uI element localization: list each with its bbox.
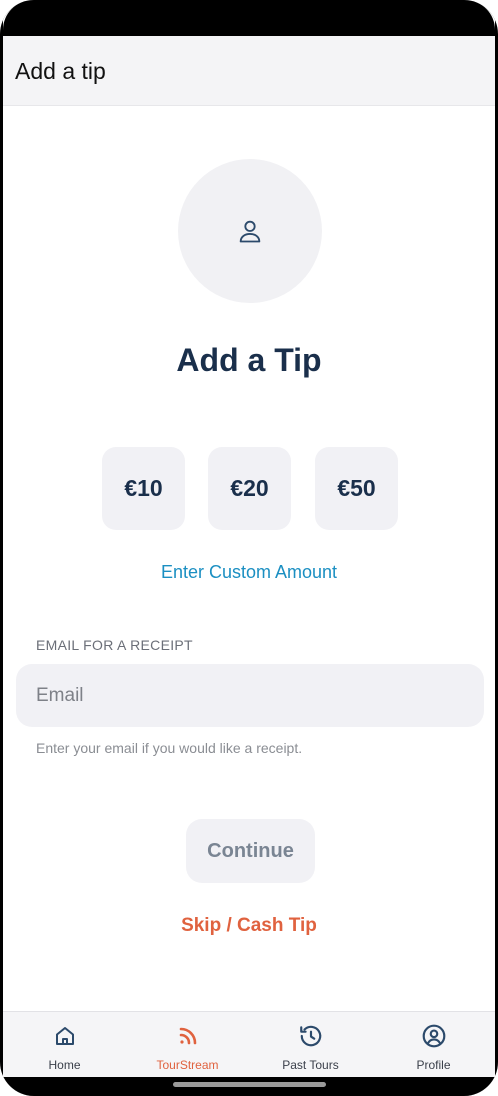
rss-icon <box>174 1022 202 1050</box>
custom-amount-link[interactable]: Enter Custom Amount <box>3 562 495 583</box>
tab-home[interactable]: Home <box>3 1012 126 1078</box>
user-icon <box>239 220 261 243</box>
tab-past-tours[interactable]: Past Tours <box>249 1012 372 1078</box>
bottom-tab-bar: Home TourStream Past Tours Profile <box>3 1011 495 1077</box>
screen: Add a tip Add a Tip €10 €20 €50 Enter Cu… <box>3 0 495 1096</box>
profile-icon <box>420 1022 448 1050</box>
tab-past-tours-label: Past Tours <box>282 1058 339 1072</box>
home-icon <box>51 1022 79 1050</box>
history-icon <box>297 1022 325 1050</box>
email-field[interactable] <box>16 664 484 727</box>
avatar <box>178 159 322 303</box>
amount-20-button[interactable]: €20 <box>208 447 291 530</box>
amount-50-button[interactable]: €50 <box>315 447 398 530</box>
status-bar <box>3 0 495 36</box>
home-indicator <box>173 1082 326 1087</box>
tab-profile-label: Profile <box>416 1058 451 1072</box>
tab-profile[interactable]: Profile <box>372 1012 495 1078</box>
continue-button[interactable]: Continue <box>186 819 315 883</box>
amount-10-button[interactable]: €10 <box>102 447 185 530</box>
app-header: Add a tip <box>3 36 495 106</box>
skip-cash-tip-link[interactable]: Skip / Cash Tip <box>3 915 495 937</box>
tab-home-label: Home <box>48 1058 81 1072</box>
email-help-text: Enter your email if you would like a rec… <box>36 740 303 756</box>
tab-tourstream-label: TourStream <box>156 1058 219 1072</box>
tip-heading: Add a Tip <box>176 342 322 378</box>
tab-tourstream[interactable]: TourStream <box>126 1012 249 1078</box>
page-title: Add a tip <box>15 58 106 84</box>
email-label: EMAIL FOR A RECEIPT <box>36 637 193 653</box>
phone-frame: Add a tip Add a Tip €10 €20 €50 Enter Cu… <box>0 0 498 1096</box>
